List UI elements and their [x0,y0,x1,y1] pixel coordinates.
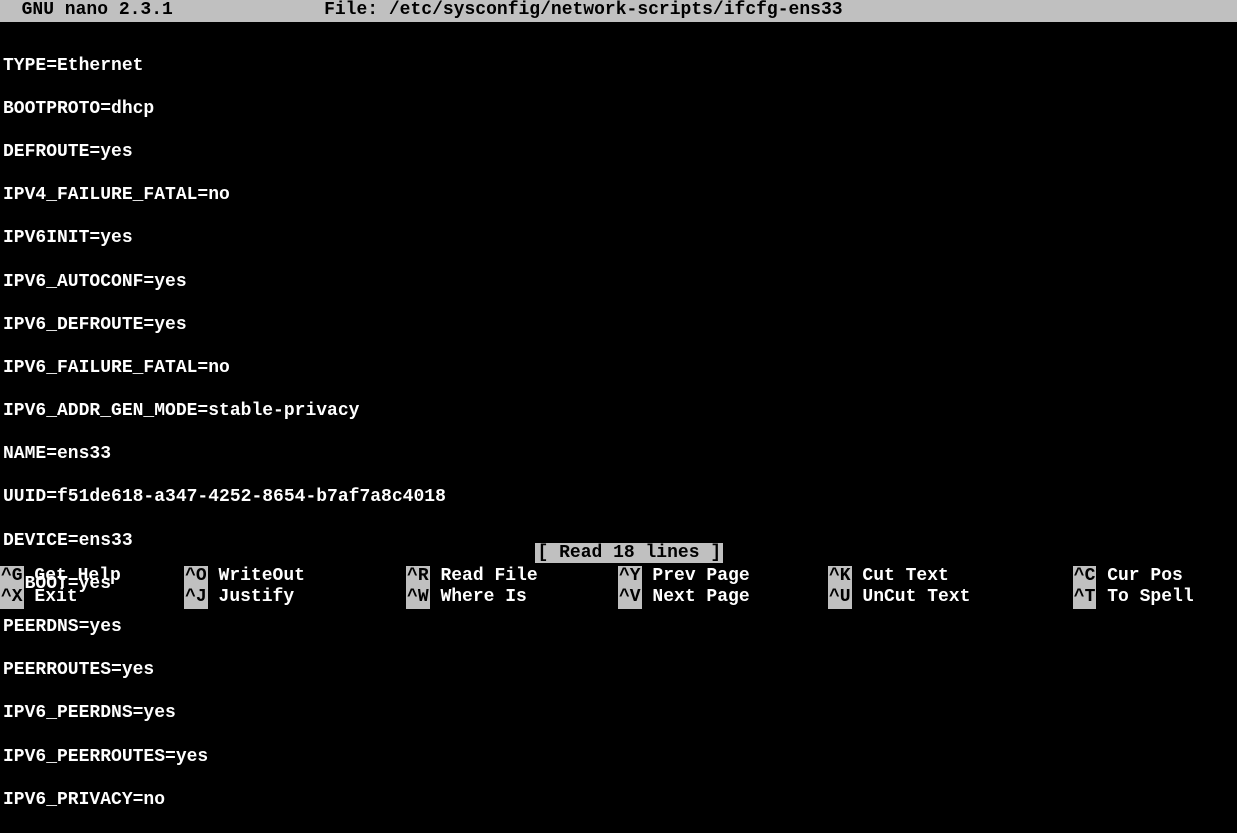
shortcut-label: Exit [24,587,78,609]
shortcut-key: ^X [0,587,24,609]
shortcuts-bar: ^G Get Help ^O WriteOut ^R Read File ^Y … [0,566,1237,609]
file-line: TYPE=Ethernet [3,56,1237,78]
editor-content[interactable]: TYPE=Ethernet BOOTPROTO=dhcp DEFROUTE=ye… [0,22,1237,833]
title-spacer [173,0,324,22]
shortcut-key: ^T [1073,587,1097,609]
shortcut-where-is[interactable]: ^W Where Is [406,587,618,609]
file-line: IPV6_PEERROUTES=yes [3,747,1237,769]
shortcut-prev-page[interactable]: ^Y Prev Page [618,566,828,588]
shortcut-key: ^O [184,566,208,588]
shortcut-label: To Spell [1096,587,1193,609]
file-line: IPV6_FAILURE_FATAL=no [3,358,1237,380]
shortcut-get-help[interactable]: ^G Get Help [0,566,184,588]
shortcut-label: Where Is [430,587,527,609]
file-line: PEERDNS=yes [3,617,1237,639]
shortcut-label: Justify [208,587,294,609]
file-line: IPV6_AUTOCONF=yes [3,272,1237,294]
shortcut-key: ^V [618,587,642,609]
shortcut-uncut-text[interactable]: ^U UnCut Text [828,587,1073,609]
shortcut-to-spell[interactable]: ^T To Spell [1073,587,1237,609]
shortcut-label: Cut Text [852,566,949,588]
shortcut-key: ^K [828,566,852,588]
shortcut-read-file[interactable]: ^R Read File [406,566,618,588]
shortcut-next-page[interactable]: ^V Next Page [618,587,828,609]
status-bar: [ Read 18 lines ] [0,522,1237,565]
title-bar: GNU nano 2.3.1 File: /etc/sysconfig/netw… [0,0,1237,22]
file-line: PEERROUTES=yes [3,660,1237,682]
shortcut-label: Get Help [24,566,121,588]
shortcut-cur-pos[interactable]: ^C Cur Pos [1073,566,1237,588]
shortcut-label: Cur Pos [1096,566,1182,588]
shortcut-label: UnCut Text [852,587,971,609]
shortcut-label: Next Page [642,587,750,609]
shortcut-label: WriteOut [208,566,305,588]
shortcut-key: ^U [828,587,852,609]
shortcut-key: ^R [406,566,430,588]
file-line: IPV4_FAILURE_FATAL=no [3,185,1237,207]
shortcut-row-1: ^G Get Help ^O WriteOut ^R Read File ^Y … [0,566,1237,588]
file-line: BOOTPROTO=dhcp [3,99,1237,121]
shortcut-key: ^C [1073,566,1097,588]
file-line: IPV6_PRIVACY=no [3,790,1237,812]
file-line: IPV6_PEERDNS=yes [3,703,1237,725]
shortcut-writeout[interactable]: ^O WriteOut [184,566,406,588]
shortcut-key: ^W [406,587,430,609]
shortcut-label: Prev Page [642,566,750,588]
file-line: IPV6_ADDR_GEN_MODE=stable-privacy [3,401,1237,423]
shortcut-justify[interactable]: ^J Justify [184,587,406,609]
file-line: DEFROUTE=yes [3,142,1237,164]
shortcut-cut-text[interactable]: ^K Cut Text [828,566,1073,588]
shortcut-key: ^Y [618,566,642,588]
shortcut-key: ^G [0,566,24,588]
file-label: File: /etc/sysconfig/network-scripts/ifc… [324,0,842,22]
shortcut-row-2: ^X Exit ^J Justify ^W Where Is ^V Next P… [0,587,1237,609]
shortcut-exit[interactable]: ^X Exit [0,587,184,609]
file-line: NAME=ens33 [3,444,1237,466]
status-message: [ Read 18 lines ] [535,543,723,563]
shortcut-key: ^J [184,587,208,609]
app-name: GNU nano 2.3.1 [0,0,173,22]
file-line: UUID=f51de618-a347-4252-8654-b7af7a8c401… [3,487,1237,509]
shortcut-label: Read File [430,566,538,588]
file-line: IPV6_DEFROUTE=yes [3,315,1237,337]
file-line: IPV6INIT=yes [3,228,1237,250]
